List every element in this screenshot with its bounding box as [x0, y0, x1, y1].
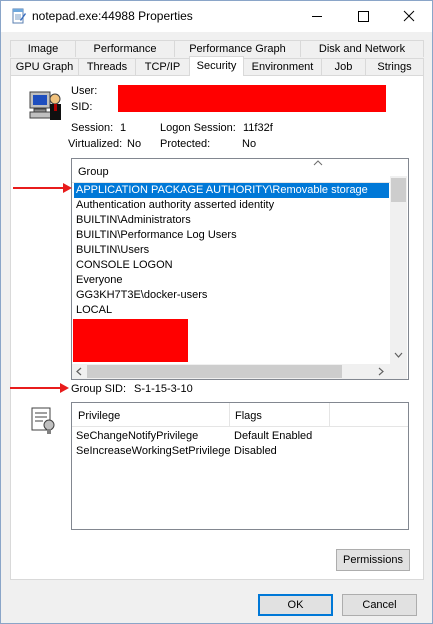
- group-sid-value: S-1-15-3-10: [134, 383, 193, 395]
- vertical-scrollbar[interactable]: [390, 176, 407, 364]
- protected-value: No: [242, 138, 257, 150]
- group-item[interactable]: BUILTIN\Users: [74, 243, 149, 258]
- logon-session-value: 11f32f: [243, 122, 273, 134]
- privilege-certificate-icon: [31, 407, 55, 434]
- groups-listview[interactable]: Group APPLICATION PACKAGE AUTHORITY\Remo…: [71, 158, 409, 380]
- notepad-icon: [12, 8, 26, 24]
- maximize-button[interactable]: [340, 1, 386, 32]
- privilege-column-header[interactable]: Privilege: [78, 403, 120, 429]
- scroll-right-icon[interactable]: [378, 367, 384, 376]
- close-button[interactable]: [386, 1, 432, 32]
- group-item[interactable]: GG3KH7T3E\docker-users: [74, 288, 207, 303]
- annotation-arrow-icon: [10, 383, 69, 393]
- sort-ascending-icon: [313, 160, 323, 166]
- session-label: Session:: [71, 122, 114, 134]
- tab-environment[interactable]: Environment: [243, 58, 322, 75]
- cancel-button[interactable]: Cancel: [342, 594, 417, 616]
- user-label: User:: [71, 85, 98, 97]
- minimize-button[interactable]: [294, 1, 340, 32]
- properties-window: notepad.exe:44988 Properties Image Perfo…: [0, 0, 433, 624]
- redacted-user-sid: [118, 85, 386, 112]
- scrollbar-corner: [390, 364, 407, 379]
- tab-image[interactable]: Image: [10, 40, 76, 57]
- privileges-listview[interactable]: Privilege Flags SeChangeNotifyPrivilege …: [71, 402, 409, 530]
- group-item[interactable]: BUILTIN\Performance Log Users: [74, 228, 237, 243]
- tab-gpu-graph[interactable]: GPU Graph: [10, 58, 79, 75]
- permissions-button[interactable]: Permissions: [336, 549, 410, 571]
- tab-job[interactable]: Job: [321, 58, 366, 75]
- close-icon: [403, 10, 415, 22]
- column-separator[interactable]: [229, 403, 230, 427]
- minimize-icon: [312, 16, 322, 17]
- maximize-icon: [358, 11, 369, 22]
- group-item[interactable]: Everyone: [74, 273, 122, 288]
- privilege-flags: Disabled: [234, 445, 277, 457]
- privilege-name: SeIncreaseWorkingSetPrivilege: [76, 445, 231, 457]
- group-header-label: Group: [78, 166, 109, 178]
- tab-disk-and-network[interactable]: Disk and Network: [300, 40, 424, 57]
- table-row[interactable]: SeIncreaseWorkingSetPrivilege Disabled: [72, 444, 408, 459]
- group-item[interactable]: BUILTIN\Administrators: [74, 213, 191, 228]
- vertical-scroll-thumb[interactable]: [391, 178, 406, 202]
- tab-performance-graph[interactable]: Performance Graph: [174, 40, 301, 57]
- ok-button[interactable]: OK: [258, 594, 333, 616]
- tab-strings[interactable]: Strings: [365, 58, 424, 75]
- scroll-down-icon[interactable]: [394, 352, 403, 358]
- user-computer-icon: [29, 91, 61, 120]
- group-item[interactable]: CONSOLE LOGON: [74, 258, 173, 273]
- title-bar[interactable]: notepad.exe:44988 Properties: [1, 1, 432, 32]
- tab-threads[interactable]: Threads: [78, 58, 136, 75]
- horizontal-scroll-thumb[interactable]: [87, 365, 342, 378]
- table-row[interactable]: SeChangeNotifyPrivilege Default Enabled: [72, 429, 408, 444]
- tab-security[interactable]: Security: [189, 56, 244, 76]
- scroll-left-icon[interactable]: [76, 367, 82, 376]
- session-value: 1: [120, 122, 127, 134]
- privilege-name: SeChangeNotifyPrivilege: [76, 430, 199, 442]
- privilege-flags: Default Enabled: [234, 430, 313, 442]
- group-item[interactable]: APPLICATION PACKAGE AUTHORITY\Removable …: [74, 183, 389, 198]
- column-separator[interactable]: [329, 403, 330, 427]
- virtualized-value: No: [127, 138, 142, 150]
- group-sid-label: Group SID:: [71, 383, 127, 395]
- sid-label: SID:: [71, 101, 93, 113]
- horizontal-scrollbar[interactable]: [72, 364, 390, 379]
- logon-session-label: Logon Session:: [160, 122, 236, 134]
- group-column-header[interactable]: Group: [72, 159, 390, 183]
- tab-tcp-ip[interactable]: TCP/IP: [135, 58, 190, 75]
- virtualized-label: Virtualized:: [68, 138, 123, 150]
- tab-performance[interactable]: Performance: [75, 40, 175, 57]
- group-item[interactable]: Authentication authority asserted identi…: [74, 198, 274, 213]
- flags-column-header[interactable]: Flags: [235, 403, 262, 429]
- group-item[interactable]: LOCAL: [74, 303, 112, 318]
- annotation-arrow-icon: [13, 183, 72, 193]
- window-title: notepad.exe:44988 Properties: [32, 9, 193, 23]
- redacted-group-items: [73, 319, 188, 362]
- privileges-header: Privilege Flags: [72, 403, 408, 427]
- protected-label: Protected:: [160, 138, 211, 150]
